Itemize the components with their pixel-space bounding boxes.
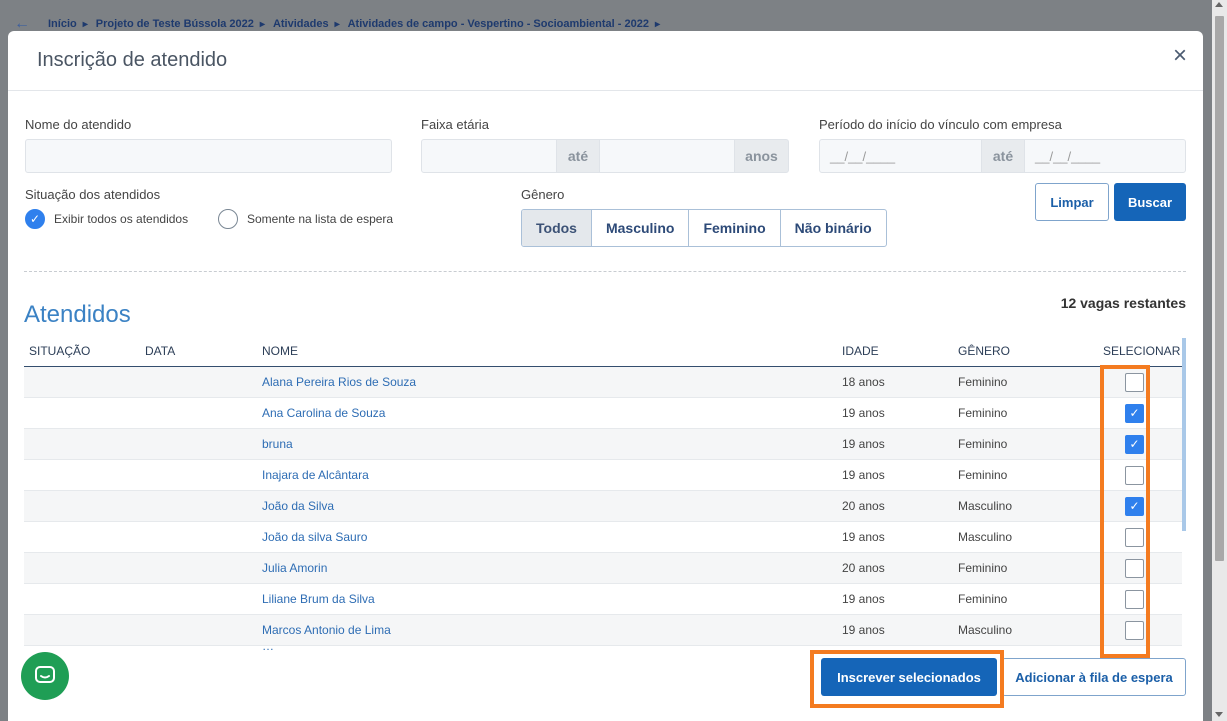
cell-nome[interactable]: Alana Pereira Rios de Souza xyxy=(257,375,837,389)
cell-genero: Masculino xyxy=(958,530,1013,544)
breadcrumb-separator-icon: ▸ xyxy=(82,18,88,30)
modal-title: Inscrição de atendido xyxy=(37,49,228,71)
radio-unchecked-icon[interactable] xyxy=(218,209,238,229)
chat-bubble-icon xyxy=(35,666,55,683)
cell-genero: Feminino xyxy=(958,406,1008,420)
faixa-ate-addon: até xyxy=(556,139,600,173)
radio-todos-atendidos[interactable]: ✓ Exibir todos os atendidos xyxy=(25,209,188,229)
modal-header: Inscrição de atendido × xyxy=(8,31,1203,91)
col-genero[interactable]: GÊNERO xyxy=(953,344,1087,358)
highlight-selecionar-column xyxy=(1100,365,1150,658)
cell-nome[interactable]: bruna xyxy=(257,437,837,451)
cell-idade: 19 anos xyxy=(842,437,885,451)
cell-genero: Masculino xyxy=(958,623,1013,637)
vagas-restantes: 12 vagas restantes xyxy=(1060,295,1186,311)
breadcrumb-item-atividade[interactable]: Atividades de campo - Vespertino - Socio… xyxy=(348,18,649,30)
cell-genero: Feminino xyxy=(958,437,1008,451)
divider xyxy=(24,271,1186,272)
close-icon[interactable]: × xyxy=(1169,44,1191,68)
limpar-button[interactable]: Limpar xyxy=(1035,183,1109,221)
cell-idade: 20 anos xyxy=(842,499,885,513)
table-row: Liliane Brum da Silva 19 anos Feminino xyxy=(24,584,1182,615)
faixa-etaria-label: Faixa etária xyxy=(421,117,489,132)
col-situacao[interactable]: SITUAÇÃO xyxy=(24,344,140,358)
genero-segmented-control: Todos Masculino Feminino Não binário xyxy=(521,209,887,247)
cell-nome[interactable]: Marcos Antonio de Lima xyxy=(257,623,837,637)
table-row: bruna 19 anos Feminino ✓ xyxy=(24,429,1182,460)
genero-option-feminino[interactable]: Feminino xyxy=(689,210,781,246)
radio-lista-espera[interactable]: Somente na lista de espera xyxy=(218,209,393,229)
genero-option-masculino[interactable]: Masculino xyxy=(592,210,690,246)
radio-todos-label: Exibir todos os atendidos xyxy=(54,212,189,226)
cell-genero: Masculino xyxy=(958,499,1013,513)
nome-input[interactable] xyxy=(25,139,392,173)
table-row: João da Silva 20 anos Masculino ✓ xyxy=(24,491,1182,522)
breadcrumb-separator-icon: ▸ xyxy=(654,18,661,30)
highlight-inscrever-button xyxy=(810,650,1004,708)
chat-widget-icon[interactable] xyxy=(21,652,69,700)
page-scrollbar[interactable] xyxy=(1212,0,1227,721)
table-header: SITUAÇÃO DATA NOME IDADE GÊNERO SELECION… xyxy=(24,336,1182,367)
col-selecionar: SELECIONAR xyxy=(1103,344,1181,358)
col-idade[interactable]: IDADE xyxy=(837,344,953,358)
periodo-to-input[interactable]: __/__/____ xyxy=(1024,139,1186,173)
atendidos-title: Atendidos xyxy=(24,301,131,328)
table-row: Alana Pereira Rios de Souza 18 anos Femini… xyxy=(24,367,1182,398)
breadcrumb-separator-icon: ▸ xyxy=(259,18,265,30)
buscar-button[interactable]: Buscar xyxy=(1114,183,1186,221)
scrollbar-thumb[interactable] xyxy=(1215,16,1224,561)
table-row: Marcos Antonio de Lima 19 anos Masculino xyxy=(24,615,1182,646)
atendidos-table: SITUAÇÃO DATA NOME IDADE GÊNERO SELECION… xyxy=(24,336,1182,660)
periodo-ate-addon: até xyxy=(981,139,1025,173)
cell-genero: Feminino xyxy=(958,468,1008,482)
adicionar-fila-espera-button[interactable]: Adicionar à fila de espera xyxy=(1002,658,1186,696)
breadcrumb-item-inicio[interactable]: Início xyxy=(48,18,77,30)
table-body: Alana Pereira Rios de Souza 18 anos Femini… xyxy=(24,367,1182,646)
table-row: João da silva Sauro 19 anos Masculino xyxy=(24,522,1182,553)
genero-option-todos[interactable]: Todos xyxy=(522,210,592,246)
periodo-from-input[interactable]: __/__/____ xyxy=(819,139,982,173)
cell-nome[interactable]: João da Silva xyxy=(257,499,837,513)
col-data[interactable]: DATA xyxy=(140,344,257,358)
partial-row-name: … xyxy=(262,646,274,653)
cell-nome[interactable]: João da silva Sauro xyxy=(257,530,837,544)
cell-nome[interactable]: Ana Carolina de Souza xyxy=(257,406,837,420)
cell-idade: 19 anos xyxy=(842,468,885,482)
inscricao-modal: Inscrição de atendido × Nome do atendido… xyxy=(8,31,1203,721)
situacao-label: Situação dos atendidos xyxy=(25,187,161,202)
nome-label: Nome do atendido xyxy=(25,117,132,132)
cell-idade: 19 anos xyxy=(842,406,885,420)
breadcrumb-item-atividades[interactable]: Atividades xyxy=(273,18,329,30)
table-row: Julia Amorin 20 anos Feminino xyxy=(24,553,1182,584)
radio-checked-icon[interactable]: ✓ xyxy=(25,209,45,229)
cell-idade: 20 anos xyxy=(842,561,885,575)
cell-idade: 19 anos xyxy=(842,530,885,544)
cell-nome[interactable]: Inajara de Alcântara xyxy=(257,468,837,482)
table-scrollbar[interactable] xyxy=(1182,338,1186,531)
cell-idade: 19 anos xyxy=(842,592,885,606)
idade-min-input[interactable] xyxy=(421,139,557,173)
periodo-label: Período do início do vínculo com empresa xyxy=(819,117,1062,132)
cell-nome[interactable]: Julia Amorin xyxy=(257,561,837,575)
faixa-anos-addon: anos xyxy=(734,139,789,173)
table-row: Inajara de Alcântara 19 anos Feminino xyxy=(24,460,1182,491)
table-row: Ana Carolina de Souza 19 anos Feminino ✓ xyxy=(24,398,1182,429)
breadcrumb-separator-icon: ▸ xyxy=(334,18,340,30)
col-nome[interactable]: NOME xyxy=(257,344,837,358)
genero-option-nao-binario[interactable]: Não binário xyxy=(781,210,886,246)
cell-nome[interactable]: Liliane Brum da Silva xyxy=(257,592,837,606)
cell-genero: Feminino xyxy=(958,561,1008,575)
radio-lista-label: Somente na lista de espera xyxy=(247,212,394,226)
cell-genero: Feminino xyxy=(958,592,1008,606)
cell-idade: 19 anos xyxy=(842,623,885,637)
cell-genero: Feminino xyxy=(958,375,1008,389)
idade-max-input[interactable] xyxy=(599,139,735,173)
genero-label: Gênero xyxy=(521,187,565,202)
cell-idade: 18 anos xyxy=(842,375,885,389)
breadcrumb-item-projeto[interactable]: Projeto de Teste Bússola 2022 xyxy=(96,18,254,30)
scroll-up-icon[interactable] xyxy=(1215,2,1223,7)
scroll-down-icon[interactable] xyxy=(1215,712,1223,717)
